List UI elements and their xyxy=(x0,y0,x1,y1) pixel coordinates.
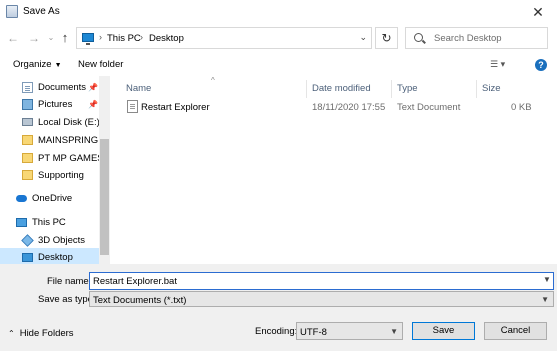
text-file-icon xyxy=(127,100,138,113)
chevron-down-icon: ▼ xyxy=(390,327,398,336)
sidebar-item-label: 3D Objects xyxy=(38,234,85,246)
column-divider[interactable] xyxy=(306,80,307,98)
column-header-name[interactable]: Name xyxy=(126,83,151,94)
file-list: ^ Name Date modified Type Size Restart E… xyxy=(111,76,557,264)
sidebar-item-label: Supporting xyxy=(38,169,84,181)
cancel-button[interactable]: Cancel xyxy=(484,322,547,340)
hide-folders-label: Hide Folders xyxy=(19,328,74,339)
file-name: Restart Explorer xyxy=(141,102,210,113)
pc-icon xyxy=(16,217,27,227)
save-as-type-select[interactable]: Text Documents (*.txt) ▼ xyxy=(89,291,554,307)
save-as-type-label: Save as type: xyxy=(38,294,96,305)
title-bar: Save As ✕ xyxy=(0,0,557,24)
pin-icon[interactable]: 📌 xyxy=(88,100,98,109)
sidebar-item-3d-objects[interactable]: 3D Objects xyxy=(0,231,99,249)
encoding-label: Encoding: xyxy=(255,326,298,337)
sort-ascending-icon: ^ xyxy=(211,76,215,85)
pin-icon[interactable]: 📌 xyxy=(88,83,98,92)
file-name-history-chevron-icon[interactable]: ▼ xyxy=(543,275,551,284)
organize-label: Organize xyxy=(13,59,52,70)
close-button[interactable]: ✕ xyxy=(519,0,557,24)
search-icon xyxy=(414,33,423,42)
column-header-date-modified[interactable]: Date modified xyxy=(312,83,371,94)
sidebar-item-label: Pictures xyxy=(38,98,73,110)
folder-icon xyxy=(22,135,33,145)
command-bar: Organize ▼ New folder xyxy=(0,54,557,76)
notepad-icon xyxy=(6,5,18,18)
address-history-chevron-icon[interactable]: ⌄ xyxy=(359,32,367,43)
sidebar-item-pt-mp-games[interactable]: PT MP GAMES xyxy=(0,149,104,167)
caret-down-icon: ▼ xyxy=(54,62,62,69)
breadcrumb-this-pc[interactable]: This PC xyxy=(107,33,141,44)
file-name-label: File name: xyxy=(47,276,92,287)
column-divider[interactable] xyxy=(391,80,392,98)
chevron-down-icon: ▼ xyxy=(541,295,549,304)
sidebar-item-onedrive[interactable]: OneDrive xyxy=(0,189,99,207)
folder-icon xyxy=(22,153,33,163)
chevron-up-icon: ⌃ xyxy=(8,329,15,338)
sidebar-item-label: PT MP GAMES xyxy=(38,152,104,164)
3d-objects-icon xyxy=(21,233,34,247)
sidebar-item-label: OneDrive xyxy=(32,192,73,204)
search-input[interactable] xyxy=(434,31,544,45)
search-box[interactable] xyxy=(405,27,548,49)
column-header-size[interactable]: Size xyxy=(482,83,500,94)
sidebar-item-supporting[interactable]: Supporting xyxy=(0,166,99,184)
desktop-icon xyxy=(22,252,33,262)
pictures-icon xyxy=(22,98,33,110)
file-row[interactable]: Restart Explorer 18/11/2020 17:55 Text D… xyxy=(123,97,543,117)
refresh-button[interactable]: ↻ xyxy=(375,27,398,49)
disk-icon xyxy=(22,118,33,126)
hide-folders-button[interactable]: ⌃ Hide Folders xyxy=(8,328,74,339)
documents-icon xyxy=(22,81,33,93)
new-folder-button[interactable]: New folder xyxy=(78,59,123,70)
folder-icon xyxy=(22,170,33,180)
sidebar-item-label: Local Disk (E:) xyxy=(38,116,100,128)
sidebar-item-label: Desktop xyxy=(38,251,73,263)
column-divider[interactable] xyxy=(476,80,477,98)
column-header-type[interactable]: Type xyxy=(397,83,418,94)
sidebar-item-desktop[interactable]: Desktop xyxy=(0,248,99,264)
sidebar-item-label: Documents xyxy=(38,81,87,93)
breadcrumb-separator[interactable]: › xyxy=(140,32,143,42)
back-arrow-icon[interactable]: ← xyxy=(6,31,20,45)
onedrive-icon xyxy=(16,194,27,202)
file-date-modified: 18/11/2020 17:55 xyxy=(312,102,386,113)
file-name-input[interactable] xyxy=(89,272,554,290)
window-title: Save As xyxy=(23,6,60,17)
file-type: Text Document xyxy=(397,102,461,113)
sidebar-item-mainspring[interactable]: MAINSPRING TE xyxy=(0,131,109,149)
organize-button[interactable]: Organize ▼ xyxy=(13,59,62,70)
change-view-icon[interactable]: ☰ ▾ xyxy=(490,59,505,70)
sidebar-item-local-disk[interactable]: Local Disk (E:) xyxy=(0,113,100,131)
save-button[interactable]: Save xyxy=(412,322,475,340)
navigation-pane: Documents 📌 Pictures 📌 Local Disk (E:) M… xyxy=(0,76,110,264)
encoding-select[interactable]: UTF-8 ▼ xyxy=(296,322,403,340)
sidebar-item-this-pc[interactable]: This PC xyxy=(0,213,99,231)
forward-arrow-icon[interactable]: → xyxy=(27,31,41,45)
sidebar-item-documents[interactable]: Documents 📌 xyxy=(0,78,99,96)
sidebar-scrollbar[interactable] xyxy=(99,76,109,264)
breadcrumb-desktop[interactable]: Desktop xyxy=(149,33,184,44)
save-as-type-value: Text Documents (*.txt) xyxy=(93,295,187,306)
recent-locations-chevron-icon[interactable]: ⌄ xyxy=(44,31,58,45)
scrollbar-thumb[interactable] xyxy=(100,139,109,255)
encoding-value: UTF-8 xyxy=(300,327,327,338)
address-bar[interactable]: › This PC › Desktop ⌄ xyxy=(76,27,372,49)
help-icon[interactable]: ? xyxy=(535,59,547,71)
file-size: 0 KB xyxy=(511,102,532,113)
sidebar-item-pictures[interactable]: Pictures 📌 xyxy=(0,95,99,113)
breadcrumb-separator[interactable]: › xyxy=(99,32,102,42)
sidebar-item-label: This PC xyxy=(32,216,66,228)
this-pc-icon xyxy=(82,33,94,45)
up-arrow-icon[interactable]: ↑ xyxy=(58,31,72,45)
